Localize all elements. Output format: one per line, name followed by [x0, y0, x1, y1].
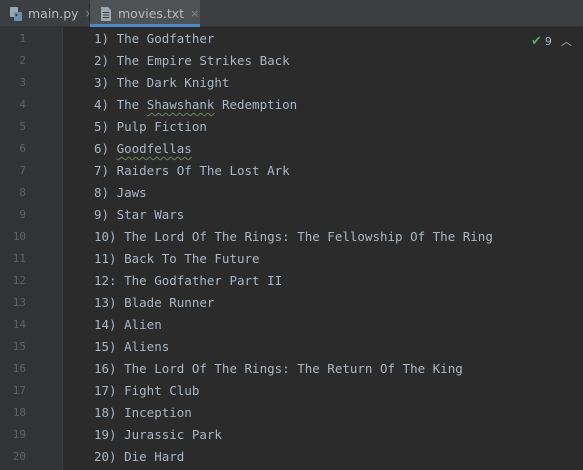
code-line[interactable]: 3) The Dark Knight: [94, 72, 229, 94]
code-line[interactable]: 11) Back To The Future: [94, 248, 260, 270]
spellcheck-word: Shawshank: [146, 97, 215, 112]
line-number: 19: [12, 428, 26, 441]
line-number: 8: [19, 186, 26, 199]
tab-movies-txt[interactable]: movies.txt ×: [90, 0, 200, 27]
line-number: 3: [19, 76, 26, 89]
line-number: 16: [12, 362, 26, 375]
line-number: 2: [19, 54, 26, 67]
check-icon: ✔: [531, 33, 542, 49]
line-number: 20: [12, 450, 26, 463]
line-number: 7: [19, 164, 26, 177]
code-line[interactable]: 6) Goodfellas: [94, 138, 192, 160]
code-line[interactable]: 7) Raiders Of The Lost Ark: [94, 160, 290, 182]
line-number: 15: [12, 340, 26, 353]
code-line[interactable]: 12: The Godfather Part II: [94, 270, 282, 292]
code-line[interactable]: 18) Inception: [94, 402, 192, 424]
code-line[interactable]: 8) Jaws: [94, 182, 147, 204]
code-line[interactable]: 9) Star Wars: [94, 204, 184, 226]
code-line[interactable]: 5) Pulp Fiction: [94, 116, 207, 138]
close-icon[interactable]: ×: [190, 7, 199, 20]
tab-main-py[interactable]: main.py ×: [0, 0, 94, 27]
line-number: 9: [19, 208, 26, 221]
line-number: 18: [12, 406, 26, 419]
code-line[interactable]: 2) The Empire Strikes Back: [94, 50, 290, 72]
line-number: 17: [12, 384, 26, 397]
code-line[interactable]: 17) Fight Club: [94, 380, 199, 402]
spellcheck-word: Goodfellas: [116, 141, 192, 156]
code-line[interactable]: 10) The Lord Of The Rings: The Fellowshi…: [94, 226, 493, 248]
text-editor[interactable]: 1) The Godfather 2) The Empire Strikes B…: [63, 27, 583, 470]
code-line[interactable]: 15) Aliens: [94, 336, 169, 358]
code-line[interactable]: 14) Alien: [94, 314, 162, 336]
tab-label: movies.txt: [118, 6, 185, 21]
inspection-count: 9: [544, 34, 552, 48]
inspection-widget[interactable]: ✔ 9 ︿: [531, 31, 572, 51]
line-number: 14: [12, 318, 26, 331]
line-number: 13: [12, 296, 26, 309]
code-line[interactable]: 19) Jurassic Park: [94, 424, 222, 446]
code-line[interactable]: 1) The Godfather: [94, 28, 214, 50]
line-number: 5: [19, 120, 26, 133]
python-file-icon: [8, 6, 24, 22]
line-number: 11: [12, 252, 26, 265]
code-line[interactable]: 16) The Lord Of The Rings: The Return Of…: [94, 358, 463, 380]
line-number-gutter: 1 2 3 4 5 6 7 8 9 10 11 12 13 14 15 16 1…: [0, 27, 63, 470]
line-number: 12: [12, 274, 26, 287]
line-number: 10: [12, 230, 26, 243]
line-number: 6: [19, 142, 26, 155]
line-number: 4: [19, 98, 26, 111]
line-number: 1: [19, 32, 26, 45]
code-line[interactable]: 13) Blade Runner: [94, 292, 214, 314]
editor-tab-bar: main.py × movies.txt ×: [0, 0, 583, 27]
chevron-up-icon[interactable]: ︿: [561, 33, 572, 49]
tab-label: main.py: [28, 6, 79, 21]
code-line[interactable]: 4) The Shawshank Redemption: [94, 94, 297, 116]
text-file-icon: [98, 6, 114, 22]
code-line[interactable]: 20) Die Hard: [94, 446, 184, 468]
